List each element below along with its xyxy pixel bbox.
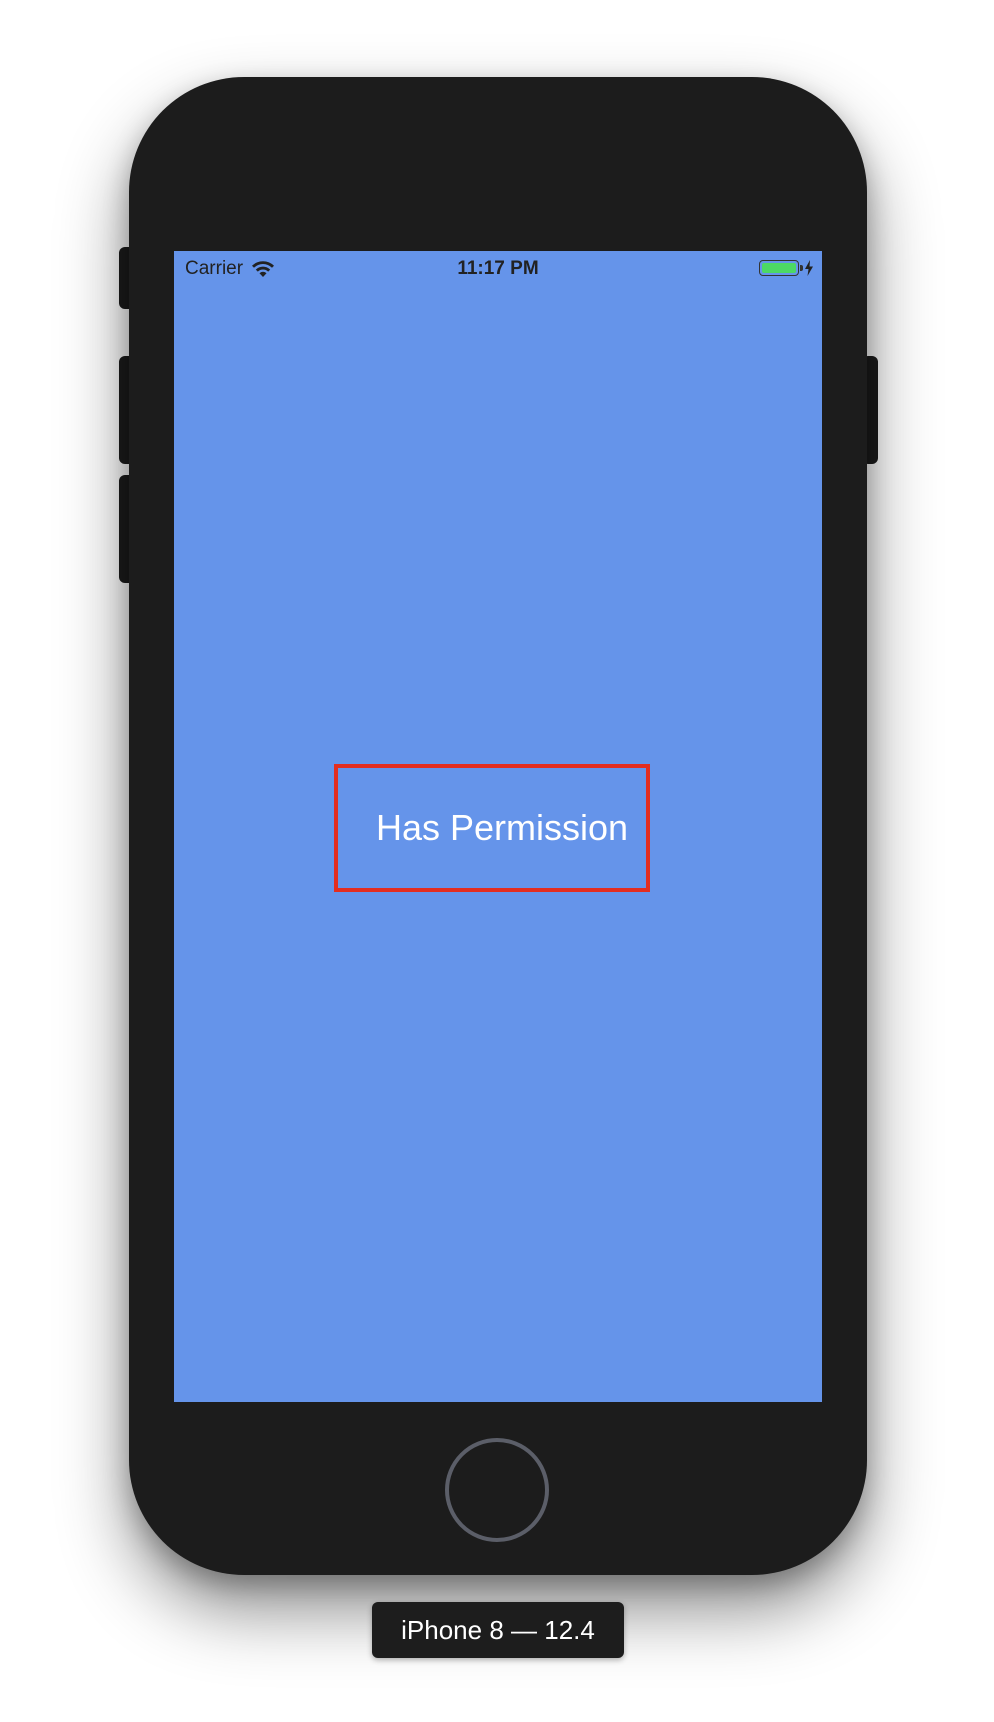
battery-icon: [759, 260, 803, 276]
status-time: 11:17 PM: [457, 258, 539, 279]
permission-highlight-box: Has Permission: [334, 764, 650, 892]
status-bar: Carrier 11:17 PM: [174, 251, 822, 287]
device-name-label: iPhone 8 — 12.4: [372, 1602, 624, 1658]
home-button-icon[interactable]: [445, 1438, 549, 1542]
battery-group: [759, 260, 814, 276]
charging-bolt-icon: [805, 260, 813, 276]
battery-tip: [800, 265, 803, 271]
battery-level-fill: [762, 263, 796, 273]
permission-status-label: Has Permission: [375, 807, 629, 848]
app-screen[interactable]: Carrier 11:17 PM Has Permission: [174, 251, 822, 1402]
simulator-stage: Carrier 11:17 PM Has Permission iPhone 8…: [0, 0, 994, 1722]
